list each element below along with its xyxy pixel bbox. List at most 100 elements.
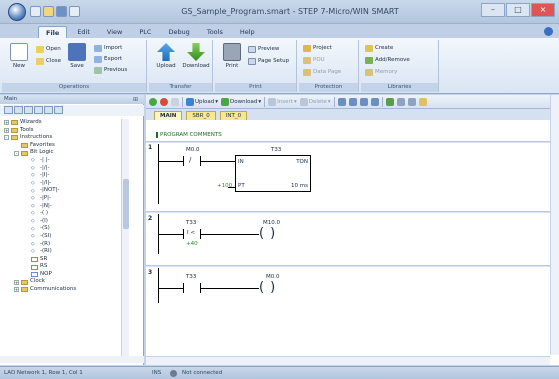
editor-horizontal-scrollbar[interactable] <box>146 356 550 365</box>
qat-dropdown-icon[interactable] <box>69 6 80 17</box>
output-coil[interactable]: () <box>259 281 281 294</box>
timer-box[interactable]: IN TON PT 10 ms <box>235 155 311 192</box>
stop-button[interactable] <box>160 97 168 106</box>
view-button[interactable] <box>385 97 394 106</box>
tree-item[interactable]: ◇ -(SI) <box>4 233 122 241</box>
tree-item[interactable]: ◇ -(R) <box>4 241 122 249</box>
new-button[interactable]: New <box>6 42 32 80</box>
print-button[interactable]: Print <box>219 42 245 80</box>
ladder-editor[interactable]: PROGRAM COMMENTS 1 M0.0 / T33 IN TON PT … <box>146 120 550 356</box>
tree-item[interactable]: - Bit Logic <box>4 149 122 157</box>
import-button[interactable]: Import <box>94 43 122 53</box>
tree-item[interactable]: ◇ -|N|- <box>4 203 122 211</box>
preview-button[interactable]: Preview <box>248 44 279 54</box>
compare-contact[interactable]: I < <box>183 229 201 239</box>
ladder-coil-button[interactable] <box>348 97 357 106</box>
tree-tool-6-icon[interactable] <box>54 106 63 114</box>
tree-item[interactable]: ◇ -( ) <box>4 210 122 218</box>
go-online-button[interactable] <box>149 97 157 106</box>
tree-tool-2-icon[interactable] <box>14 106 23 114</box>
qat-new-icon[interactable] <box>30 6 41 17</box>
editor-download-button[interactable]: Download ▾ <box>221 97 261 106</box>
tree-tool-5-icon[interactable] <box>44 106 53 114</box>
tree-item[interactable]: ◇ -| |- <box>4 157 122 165</box>
editor-vertical-scrollbar[interactable] <box>550 95 559 355</box>
tree-tool-4-icon[interactable] <box>34 106 43 114</box>
tab-plc[interactable]: PLC <box>132 26 158 38</box>
tab-edit[interactable]: Edit <box>70 26 97 38</box>
ladder-contact-button[interactable] <box>337 97 346 106</box>
tree-toggle-icon[interactable]: - <box>14 150 19 156</box>
tree-item[interactable]: + Clock <box>4 278 122 286</box>
create-library-button[interactable]: Create <box>365 43 393 53</box>
help-icon[interactable] <box>544 27 553 36</box>
protect-pou-button[interactable]: POU <box>303 55 325 65</box>
compile-button[interactable] <box>171 97 179 106</box>
tree-toggle-icon[interactable]: + <box>4 127 9 133</box>
download-button[interactable]: Download <box>181 42 211 80</box>
save-button[interactable]: Save <box>64 42 90 80</box>
symbol-button[interactable] <box>396 97 405 106</box>
tab-main[interactable]: MAIN <box>154 111 183 120</box>
properties-button[interactable] <box>418 97 427 106</box>
tree-item[interactable]: SR <box>4 256 122 264</box>
program-comments[interactable]: PROGRAM COMMENTS <box>156 132 222 138</box>
tree-item[interactable]: ◇ -(I) <box>4 218 122 226</box>
output-coil[interactable]: () <box>259 227 281 240</box>
protect-data-page-button[interactable]: Data Page <box>303 67 341 77</box>
tree-item[interactable]: RS <box>4 263 122 271</box>
bookmark-button[interactable] <box>407 97 416 106</box>
tab-view[interactable]: View <box>100 26 129 38</box>
tree-horizontal-scrollbar[interactable] <box>0 356 144 363</box>
tree-item[interactable]: + Tools <box>4 127 122 135</box>
tab-sbr-0[interactable]: SBR_0 <box>186 111 216 120</box>
tree-item[interactable]: Favorites <box>4 142 122 150</box>
ladder-box-button[interactable] <box>359 97 368 106</box>
tree-vertical-scrollbar[interactable] <box>121 119 129 359</box>
contact-nc[interactable]: / <box>183 156 201 166</box>
ladder-line-button[interactable] <box>370 97 379 106</box>
export-button[interactable]: Export <box>94 54 122 64</box>
protect-project-button[interactable]: Project <box>303 43 332 53</box>
tab-help[interactable]: Help <box>233 26 262 38</box>
tree-item[interactable]: ◇ -|/I|- <box>4 180 122 188</box>
add-remove-library-button[interactable]: Add/Remove <box>365 55 410 65</box>
previous-button[interactable]: Previous <box>94 65 127 75</box>
close-button[interactable]: × <box>531 3 555 17</box>
tree-item[interactable]: ◇ -|/|- <box>4 165 122 173</box>
delete-button[interactable]: Delete ▾ <box>299 97 331 106</box>
editor-upload-button[interactable]: Upload ▾ <box>186 97 218 106</box>
contact-no[interactable] <box>183 283 201 293</box>
tree-toggle-icon[interactable]: + <box>14 287 19 293</box>
tree-item[interactable]: ◇ -|P|- <box>4 195 122 203</box>
tree-scroll-thumb[interactable] <box>123 179 129 229</box>
pin-icon[interactable]: ⊞ <box>133 96 138 103</box>
minimize-button[interactable]: – <box>481 3 505 17</box>
tree-item[interactable]: ◇ -(S) <box>4 225 122 233</box>
open-button[interactable]: Open <box>36 44 61 54</box>
tab-int-0[interactable]: INT_0 <box>219 111 248 120</box>
tree-toggle-icon[interactable]: - <box>4 135 9 141</box>
tree-tool-1-icon[interactable] <box>4 106 13 114</box>
tree-item[interactable]: ◇ -(RI) <box>4 248 122 256</box>
page-setup-button[interactable]: Page Setup <box>248 56 289 66</box>
tree-toggle-icon[interactable]: + <box>4 120 9 126</box>
library-memory-button[interactable]: Memory <box>365 67 397 77</box>
tree-item[interactable]: + Wizards <box>4 119 122 127</box>
tab-tools[interactable]: Tools <box>200 26 230 38</box>
qat-open-icon[interactable] <box>43 6 54 17</box>
maximize-button[interactable]: □ <box>506 3 530 17</box>
tree-item[interactable]: ◇ -|NOT|- <box>4 187 122 195</box>
app-orb-button[interactable] <box>8 3 26 21</box>
tab-debug[interactable]: Debug <box>161 26 196 38</box>
upload-button[interactable]: Upload <box>153 42 179 80</box>
insert-button[interactable]: Insert ▾ <box>268 97 297 106</box>
tree-item[interactable]: - Instructions <box>4 134 122 142</box>
tree-toggle-icon[interactable]: + <box>14 279 19 285</box>
tree-item[interactable]: + Communications <box>4 286 122 294</box>
tab-file[interactable]: File <box>38 26 68 38</box>
qat-save-icon[interactable] <box>56 6 67 17</box>
close-project-button[interactable]: Close <box>36 56 61 66</box>
tree-item[interactable]: ◇ -|I|- <box>4 172 122 180</box>
tree-tool-3-icon[interactable] <box>24 106 33 114</box>
